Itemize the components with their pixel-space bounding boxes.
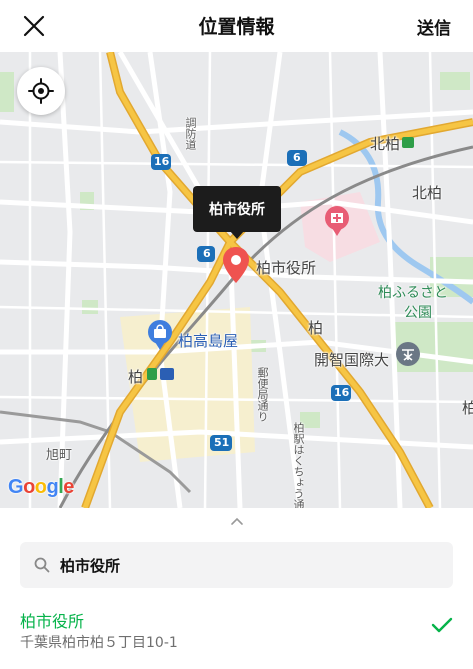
search-value: 柏市役所 bbox=[60, 556, 121, 575]
bottom-panel: 柏市役所 柏市役所 千葉県柏市柏５丁目10-1 bbox=[0, 508, 473, 669]
kaichi-univ-label: 開智国際大 bbox=[314, 351, 390, 369]
map-view[interactable]: 16 6 6 16 51 北柏 北柏 柏市役所 柏ふるさと 公園 開智国際大 柏… bbox=[0, 52, 473, 508]
route-6-label: 6 bbox=[293, 151, 301, 164]
google-logo: Google bbox=[8, 476, 74, 498]
takashimaya-label: 柏高島屋 bbox=[178, 332, 239, 350]
city-hall-map-label: 柏市役所 bbox=[256, 259, 317, 277]
furusato-park-label-2: 公園 bbox=[404, 305, 432, 321]
yubinkyoku-street-label: 郵便局通り bbox=[256, 367, 269, 422]
chofu-street-label: 調防道 bbox=[184, 117, 197, 150]
location-pin-icon[interactable] bbox=[221, 246, 251, 286]
kashiwa-area-label: 柏 bbox=[308, 319, 324, 337]
result-name: 柏市役所 bbox=[20, 612, 85, 631]
list-item[interactable]: 柏市役所 千葉県柏市柏５丁目10-1 bbox=[0, 604, 473, 664]
kitakashiwa-area-label: 北柏 bbox=[412, 184, 443, 202]
page-title: 位置情報 bbox=[198, 16, 275, 38]
send-button[interactable]: 送信 bbox=[417, 14, 451, 39]
asahicho-label: 旭町 bbox=[46, 448, 73, 463]
search-icon bbox=[34, 557, 50, 573]
result-address: 千葉県柏市柏５丁目10-1 bbox=[20, 635, 178, 651]
kashiwa-station-label: 柏 bbox=[128, 368, 144, 386]
right-edge-label: 柏 bbox=[462, 399, 473, 417]
chevron-up-icon[interactable] bbox=[229, 516, 245, 526]
crosshair-icon bbox=[28, 78, 54, 104]
check-icon bbox=[431, 617, 453, 633]
route-6-label-2: 6 bbox=[203, 247, 211, 260]
route-16-label-2: 16 bbox=[334, 386, 350, 399]
route-51-label: 51 bbox=[214, 436, 230, 449]
location-tooltip: 柏市役所 bbox=[193, 186, 281, 232]
hakucho-street-label: 柏駅はくちょう通り bbox=[292, 422, 305, 508]
route-16-label: 16 bbox=[154, 155, 170, 168]
kitakashiwa-station-label: 北柏 bbox=[370, 135, 401, 153]
tooltip-arrow bbox=[230, 231, 244, 239]
furusato-park-label: 柏ふるさと bbox=[378, 285, 448, 301]
current-location-button[interactable] bbox=[17, 67, 65, 115]
search-input[interactable]: 柏市役所 bbox=[20, 542, 453, 588]
top-bar: 位置情報 送信 bbox=[0, 0, 473, 52]
